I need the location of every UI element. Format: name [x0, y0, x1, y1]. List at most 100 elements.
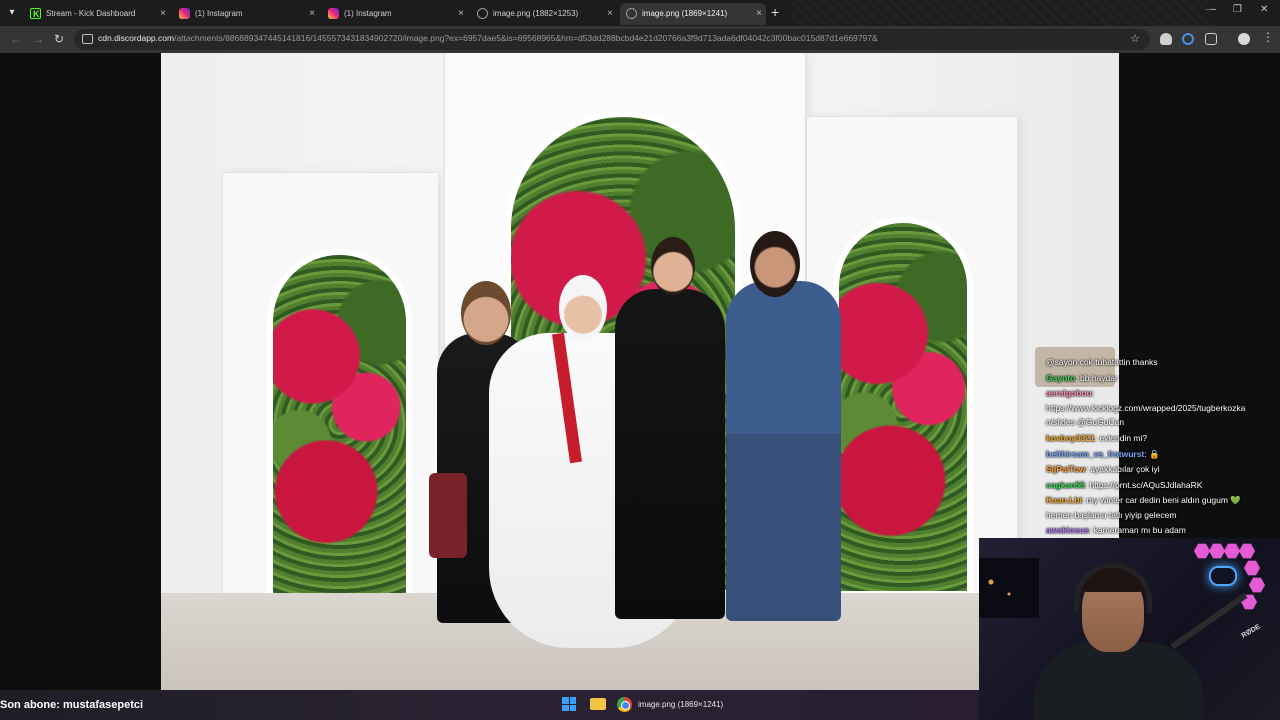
audio-extension-icon[interactable] — [1182, 33, 1194, 45]
photo-groom-suit — [615, 289, 725, 619]
chat-text: : ayakkabılar çok iyi — [1085, 464, 1160, 474]
stream-chat-overlay: @sayon cok tuhatattin thanks Gaynto: bb … — [1035, 347, 1280, 537]
chat-message: Kaan.Lbi: my winter car dedin beni aldın… — [1046, 495, 1241, 506]
tab-kick-dashboard[interactable]: Stream - Kick Dashboard × — [24, 3, 170, 25]
chat-username: Kaan.Lbi — [1046, 495, 1082, 505]
chat-text: : https://prnt.sc/AQuSJdlahaRK — [1084, 480, 1203, 490]
tab-strip: ▾ Stream - Kick Dashboard × (1) Instagra… — [0, 0, 1280, 26]
tab-title: (1) Instagram — [344, 9, 392, 18]
window-close-icon[interactable]: ✕ — [1260, 4, 1268, 15]
webcam-hex-light — [1239, 543, 1255, 559]
webcam-hex-light — [1249, 577, 1265, 593]
address-bar[interactable]: cdn.discordapp.com/attachments/886889347… — [74, 29, 1150, 50]
site-info-icon[interactable] — [82, 34, 93, 44]
forward-icon[interactable]: → — [32, 32, 44, 46]
chat-text: : bb haydar — [1075, 373, 1118, 383]
microphone-arm — [1170, 592, 1248, 650]
flower-arch-left — [267, 249, 412, 599]
url-path: /attachments/886889347445141816/14555734… — [174, 33, 878, 43]
chat-message: https://www.kicklogz.com/wrapped/2025/tu… — [1046, 403, 1245, 413]
chat-username: kovboy3321 — [1046, 433, 1095, 443]
close-icon[interactable]: × — [160, 3, 166, 25]
chat-message: belthirsam_vs_fratwurst: 🔒 — [1046, 449, 1160, 460]
chat-username: awakiosus — [1046, 525, 1089, 535]
flower-arch-right — [833, 217, 973, 597]
more-menu-icon[interactable]: ⋮ — [1262, 30, 1274, 44]
chat-message: hemen başlama tatlı yiyip gelecem — [1046, 510, 1176, 520]
webcam-hex-light — [1244, 560, 1260, 576]
chat-message: aeralgobou: — [1046, 388, 1094, 398]
chat-text: : kameraman mı bu adam — [1089, 525, 1186, 535]
tab-image-1[interactable]: image.png (1882×1253) × — [471, 3, 617, 25]
latest-subscriber-bar: Son abone: mustafasepetci — [0, 690, 979, 720]
url-text: cdn.discordapp.com/attachments/886889347… — [98, 33, 878, 43]
chat-message: @sayon cok tuhatattin thanks — [1046, 357, 1158, 367]
chat-text: n/slides @GuGuCan — [1046, 417, 1125, 427]
bookmark-star-icon[interactable]: ☆ — [1130, 32, 1140, 45]
photo-man-head — [750, 231, 800, 297]
tab-title: (1) Instagram — [195, 9, 243, 18]
close-icon[interactable]: × — [756, 3, 762, 25]
browser-toolbar: ← → ↻ cdn.discordapp.com/attachments/886… — [0, 26, 1280, 53]
chat-text: hemen başlama tatlı yiyip gelecem — [1046, 510, 1177, 520]
minimize-icon[interactable]: — — [1206, 4, 1216, 15]
gamepad-neon-icon — [1209, 566, 1237, 586]
webcam-hex-light — [1209, 543, 1225, 559]
chat-text: : 🔒 — [1144, 449, 1160, 459]
back-icon[interactable]: ← — [10, 32, 22, 46]
instagram-icon — [179, 8, 190, 19]
chat-username: SijPaiTow — [1046, 464, 1086, 474]
chat-text: : evlendin mi? — [1094, 433, 1148, 443]
reload-icon[interactable]: ↻ — [54, 32, 64, 46]
streamer-webcam: RØDE — [979, 538, 1280, 720]
mic-brand-label: RØDE — [1240, 623, 1262, 640]
close-icon[interactable]: × — [458, 3, 464, 25]
new-tab-button[interactable]: + — [771, 5, 779, 19]
incognito-extension-icon[interactable] — [1160, 33, 1172, 45]
chat-message: awakiosus: kameraman mı bu adam — [1046, 525, 1186, 535]
chat-text: https://www.kicklogz.com/wrapped/2025/tu… — [1046, 403, 1246, 413]
chat-message: cagkan55: https://prnt.sc/AQuSJdlahaRK — [1046, 480, 1202, 490]
photo-red-handbag — [429, 473, 467, 558]
close-icon[interactable]: × — [309, 3, 315, 25]
tab-title: Stream - Kick Dashboard — [46, 9, 136, 18]
webcam-window-city-lights — [979, 558, 1039, 618]
chat-message: Gaynto: bb haydar — [1046, 373, 1118, 383]
globe-icon — [477, 8, 488, 19]
restore-icon[interactable]: ❐ — [1233, 4, 1242, 15]
photo-person-head — [461, 281, 511, 345]
streamer-body — [1034, 642, 1204, 720]
tab-search-chevron-icon[interactable]: ▾ — [4, 5, 20, 21]
webcam-hex-light — [1224, 543, 1240, 559]
tab-instagram-2[interactable]: (1) Instagram × — [322, 3, 468, 25]
kick-icon — [30, 3, 41, 25]
instagram-icon — [328, 8, 339, 19]
url-host: cdn.discordapp.com — [98, 33, 175, 43]
taskbar-active-window-label[interactable]: image.png (1869×1241) — [638, 700, 723, 709]
chat-username: aeralgobou — [1046, 388, 1092, 398]
close-icon[interactable]: × — [607, 3, 613, 25]
chrome-icon[interactable] — [617, 697, 632, 712]
chat-username: belthirsam_vs_fratwurst — [1046, 449, 1145, 459]
latest-subscriber-text: Son abone: mustafasepetci — [0, 699, 144, 711]
chat-text: @sayon cok tuhatattin thanks — [1046, 357, 1158, 367]
chat-message: kovboy3321: evlendin mi? — [1046, 433, 1147, 443]
headset-icon — [1074, 563, 1152, 613]
tab-title: image.png (1869×1241) — [642, 9, 728, 18]
file-explorer-icon[interactable] — [590, 698, 606, 710]
windows-start-icon[interactable] — [562, 697, 576, 711]
photo-bride-head — [559, 275, 607, 341]
wedding-photo[interactable] — [161, 53, 1119, 690]
extensions-puzzle-icon[interactable] — [1205, 33, 1217, 45]
chat-message: n/slides @GuGuCan — [1046, 417, 1124, 427]
tab-image-2-active[interactable]: image.png (1869×1241) × — [620, 3, 766, 25]
webcam-hex-light — [1194, 543, 1210, 559]
tab-title: image.png (1882×1253) — [493, 9, 579, 18]
photo-man-blue-shirt — [726, 281, 841, 621]
chat-text: : — [1091, 388, 1095, 398]
tab-instagram-1[interactable]: (1) Instagram × — [173, 3, 319, 25]
profile-avatar-icon[interactable] — [1238, 33, 1250, 45]
chat-text: : my winter car dedin beni aldın gugum 💚 — [1081, 495, 1241, 505]
photo-groom-head — [651, 237, 695, 295]
chat-username: cagkan55 — [1046, 480, 1085, 490]
